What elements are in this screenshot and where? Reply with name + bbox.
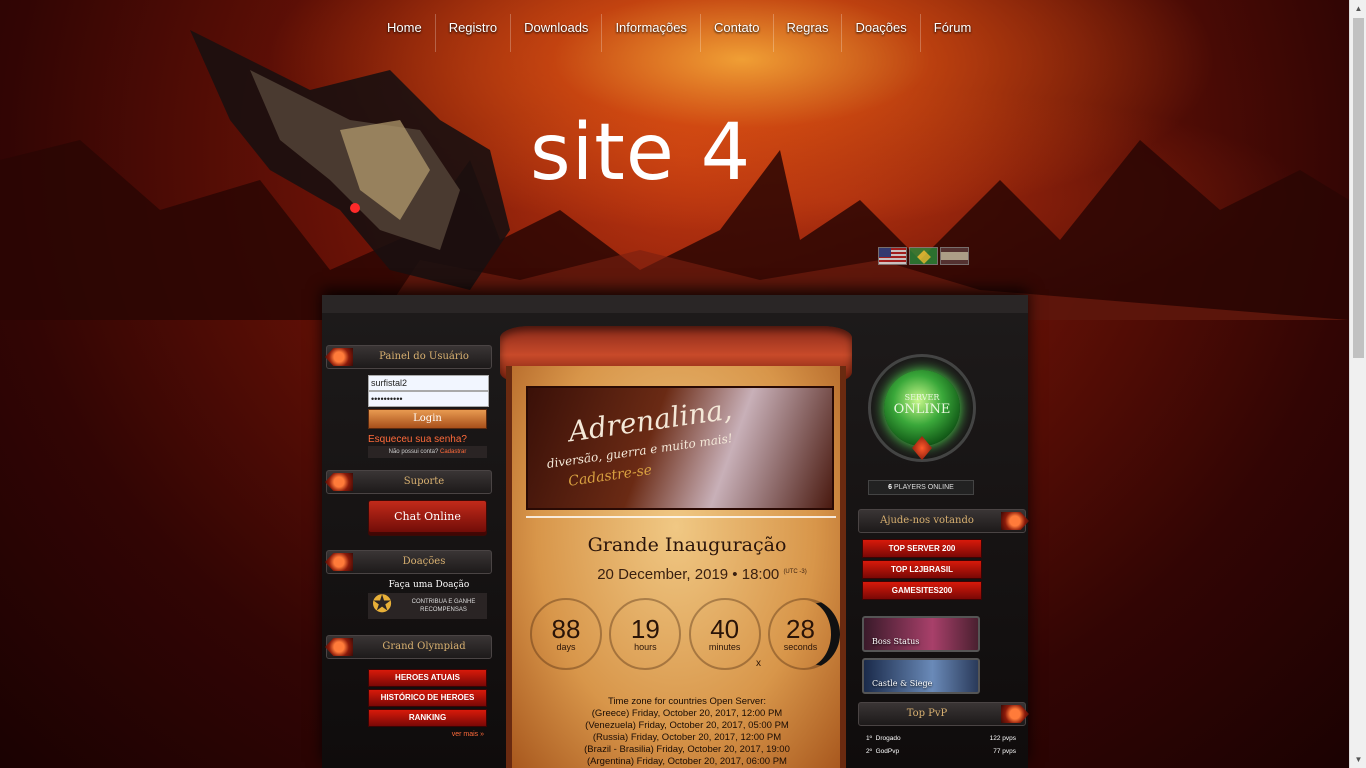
register-prompt: Não possui conta? Cadastrar: [368, 446, 487, 458]
countdown-hours: 19 hours: [609, 598, 682, 670]
countdown-seconds: 28 seconds: [767, 598, 840, 670]
red-gem-icon: [325, 638, 353, 656]
table-row: 2º GodPvp 77 pvps: [866, 748, 1016, 755]
ver-mais-link[interactable]: ver mais »: [326, 731, 492, 738]
main-navigation: Home Registro Downloads Informações Cont…: [374, 14, 984, 52]
password-field[interactable]: [368, 391, 489, 407]
top-pvp-title: Top PvP: [858, 702, 1029, 726]
forgot-password-link[interactable]: Esqueceu sua senha?: [368, 434, 492, 445]
main-content: Adrenalina, diversão, guerra e muito mai…: [500, 326, 852, 768]
countdown-minutes: 40 minutes: [688, 598, 761, 670]
event-date: 20 December, 2019 • 18:00 (UTC -3): [597, 566, 807, 583]
parchment-panel: Adrenalina, diversão, guerra e muito mai…: [506, 366, 846, 768]
coin-icon: ✪: [371, 591, 393, 618]
right-sidebar: SERVER ONLINE 6 PLAYERS ONLINE Ajude-nos…: [858, 340, 1029, 758]
nav-doacoes[interactable]: Doações: [842, 14, 921, 52]
register-link[interactable]: Cadastrar: [440, 449, 466, 455]
red-gem-icon: [325, 553, 353, 571]
red-gem-icon: [325, 473, 353, 491]
server-status-text: SERVER ONLINE: [893, 393, 951, 417]
heroes-atuais-button[interactable]: HEROES ATUAIS: [368, 669, 487, 687]
support-title: Suporte: [325, 470, 492, 494]
left-sidebar: Painel do Usuário Login Esqueceu sua sen…: [325, 345, 492, 738]
red-gem-icon: [325, 348, 353, 366]
countdown-days: 88 days: [530, 598, 602, 670]
br-flag-icon[interactable]: [909, 247, 938, 265]
red-gem-icon: [1001, 705, 1029, 723]
divider: [526, 516, 836, 518]
red-gem-icon: [1001, 512, 1029, 530]
nav-regras[interactable]: Regras: [774, 14, 843, 52]
event-title: Grande Inauguração: [587, 534, 787, 556]
vote-l2jbrasil-button[interactable]: TOP L2JBRASIL: [862, 560, 982, 579]
login-button[interactable]: Login: [368, 409, 487, 429]
login-form: Login Esqueceu sua senha? Não possui con…: [326, 375, 492, 458]
timezone-list: Time zone for countries Open Server: (Gr…: [584, 696, 790, 767]
vote-gamesites200-button[interactable]: GAMESITES200: [862, 581, 982, 600]
players-online: 6 PLAYERS ONLINE: [868, 480, 974, 495]
scrollbar-thumb[interactable]: [1353, 18, 1364, 358]
warrior-artwork: [190, 30, 510, 290]
scroll-up-icon[interactable]: ▲: [1350, 0, 1366, 17]
chat-online-button[interactable]: Chat Online: [368, 500, 487, 536]
nav-contato[interactable]: Contato: [701, 14, 774, 52]
vote-title: Ajude-nos votando: [858, 509, 1029, 533]
countdown-timer: 88 days 19 hours 40 minutes 28 seconds x: [530, 598, 840, 674]
olympiad-title: Grand Olympiad: [325, 635, 492, 659]
us-flag-icon[interactable]: [878, 247, 907, 265]
nav-home[interactable]: Home: [374, 14, 436, 52]
language-selector: [878, 247, 969, 265]
es-flag-icon[interactable]: [940, 247, 969, 265]
table-row: 1º Drogado 122 pvps: [866, 735, 1016, 742]
ranking-button[interactable]: RANKING: [368, 709, 487, 727]
scroll-down-icon[interactable]: ▼: [1350, 751, 1366, 768]
user-panel-title: Painel do Usuário: [325, 345, 492, 369]
historico-heroes-button[interactable]: HISTÓRICO DE HEROES: [368, 689, 487, 707]
nav-registro[interactable]: Registro: [436, 14, 512, 52]
nav-informacoes[interactable]: Informações: [602, 14, 701, 52]
boss-status-button[interactable]: Boss Status: [862, 616, 980, 652]
page-scrollbar[interactable]: ▲ ▼: [1349, 0, 1366, 768]
nav-forum[interactable]: Fórum: [921, 14, 985, 52]
donate-button[interactable]: ✪ CONTRIBUA E GANHE RECOMPENSAS: [368, 591, 487, 619]
castle-siege-button[interactable]: Castle & Siege: [862, 658, 980, 694]
nav-downloads[interactable]: Downloads: [511, 14, 603, 52]
donations-title: Doações: [325, 550, 492, 574]
vote-topserver200-button[interactable]: TOP SERVER 200: [862, 539, 982, 558]
site-title: site 4: [530, 108, 752, 198]
username-field[interactable]: [368, 375, 489, 391]
countdown-separator: x: [756, 658, 761, 669]
donate-heading: Faça uma Doação: [388, 580, 470, 590]
server-status-orb: SERVER ONLINE: [862, 340, 982, 470]
promo-banner[interactable]: Adrenalina, diversão, guerra e muito mai…: [526, 386, 834, 510]
